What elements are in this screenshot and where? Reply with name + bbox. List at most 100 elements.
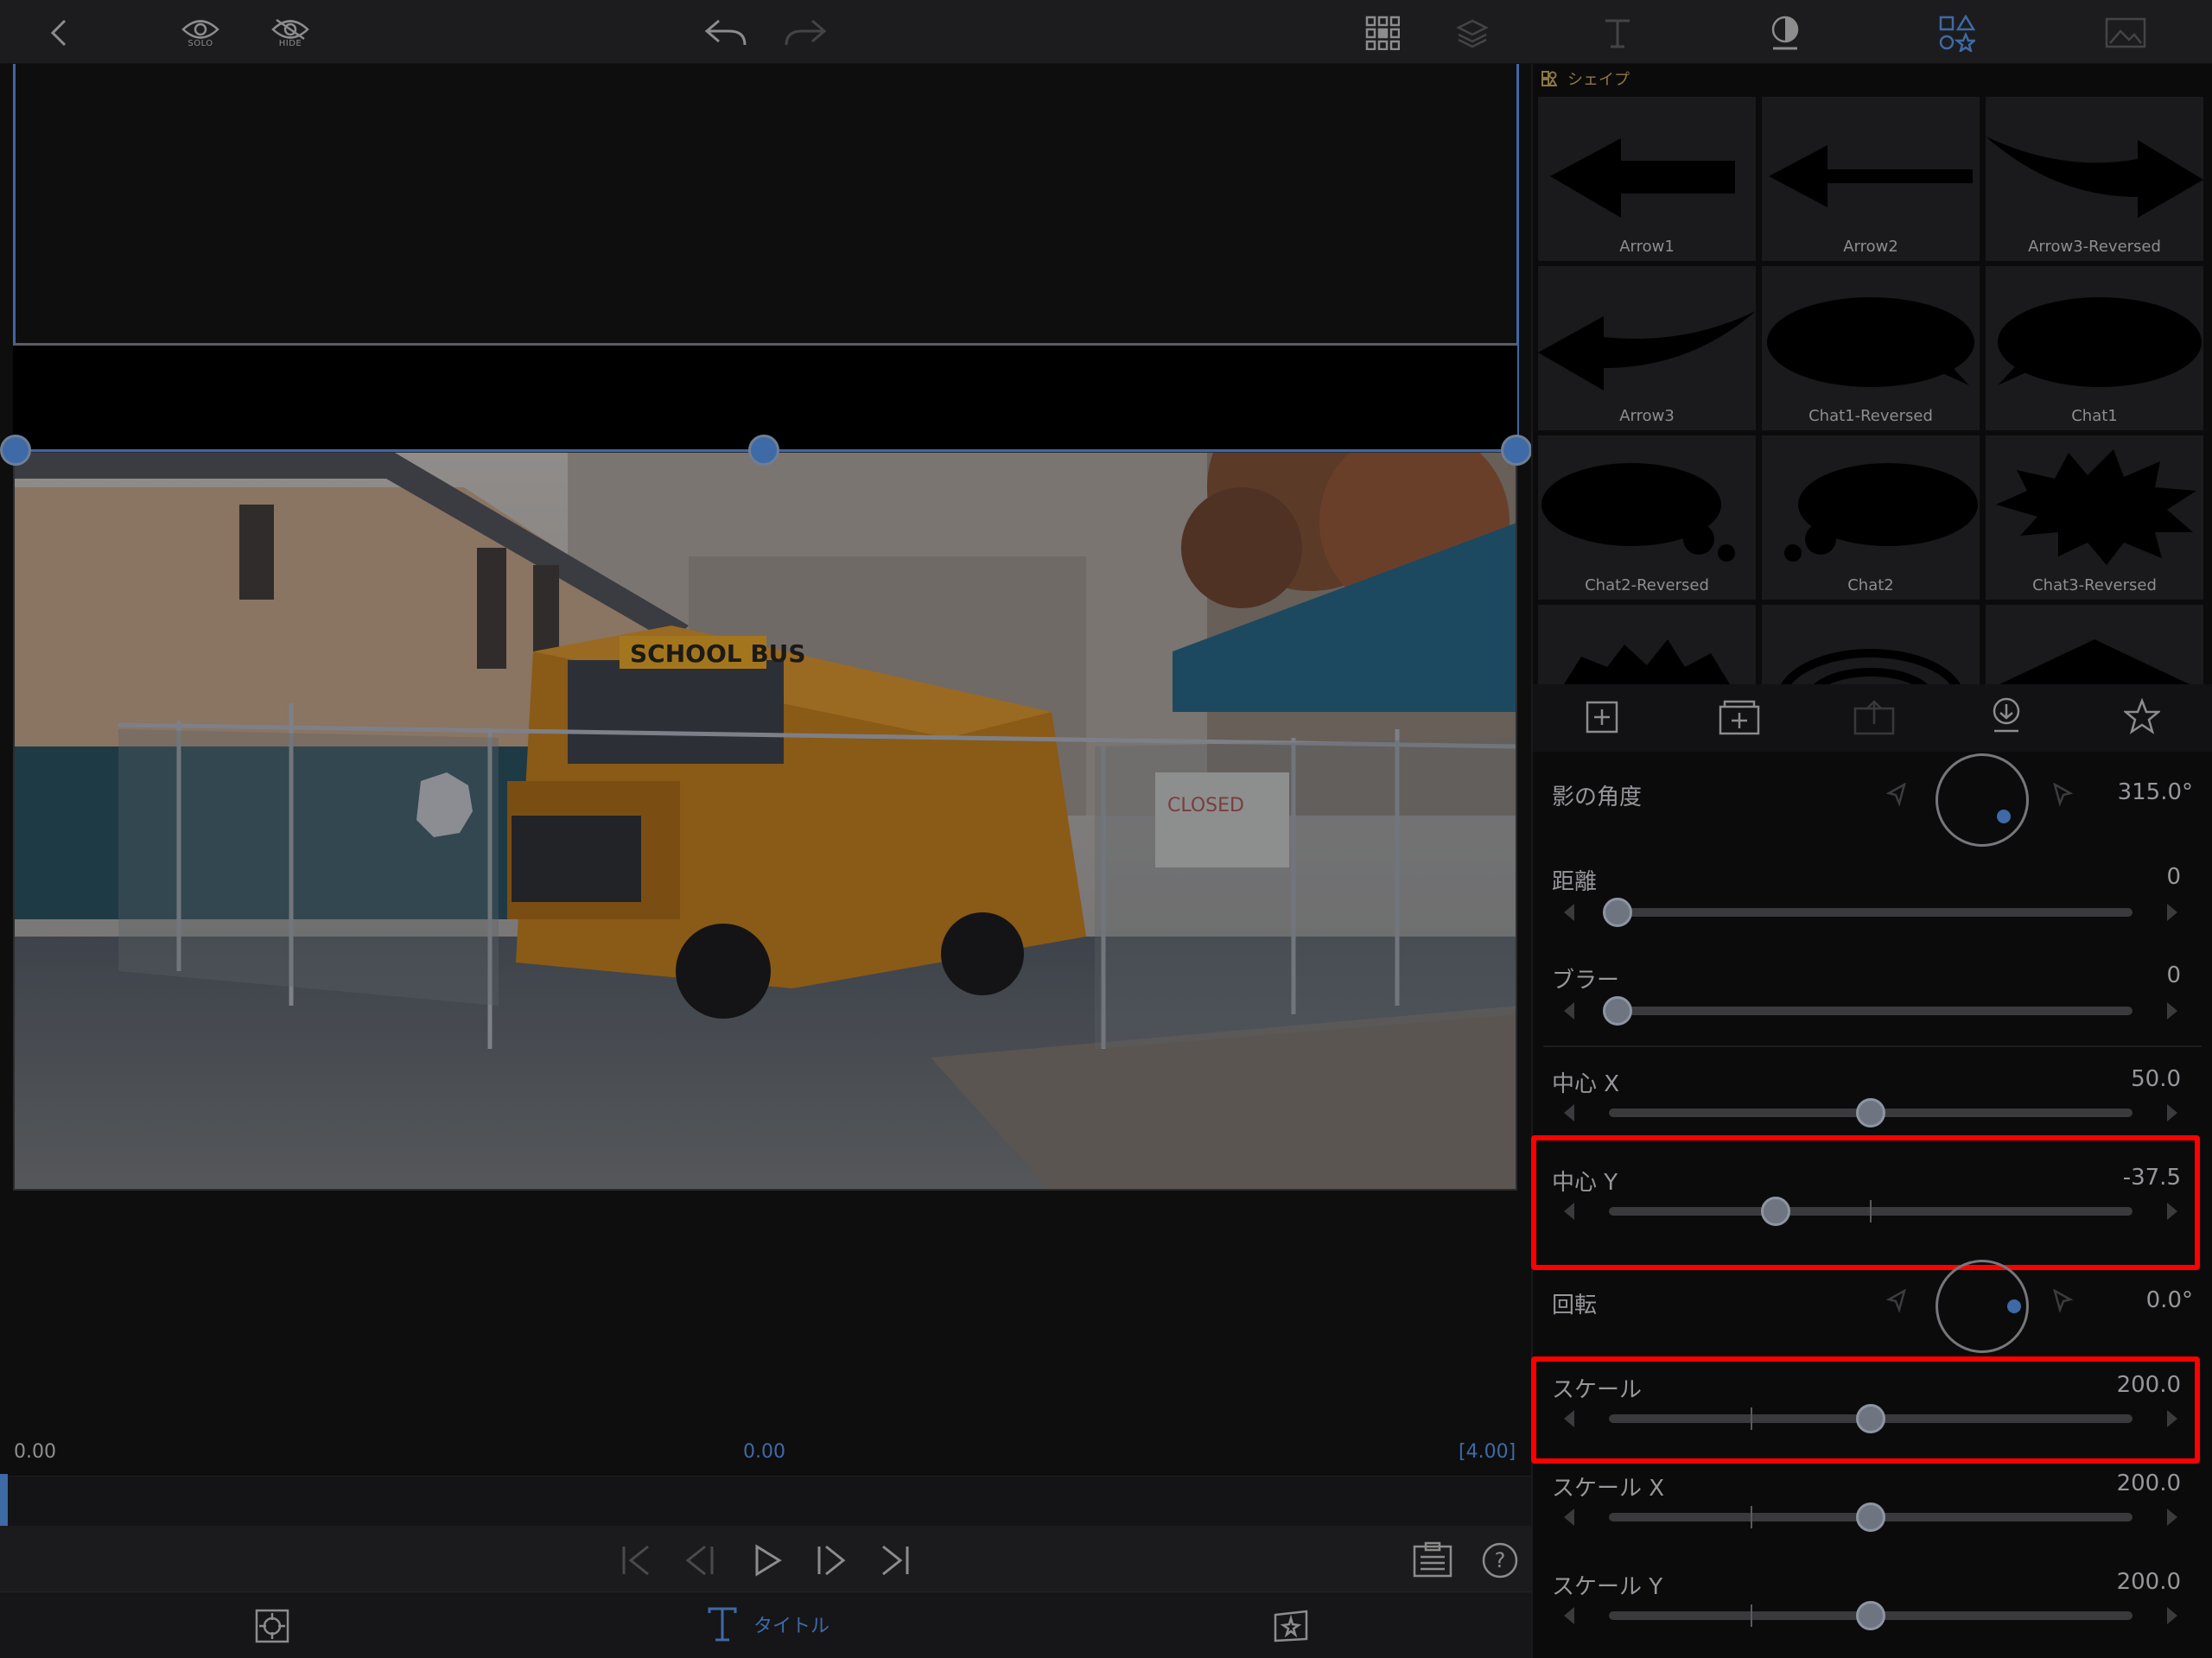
shape-tile-arrow3-reversed[interactable]: Arrow3-Reversed	[1986, 97, 2203, 261]
shape-tile-chat2-reversed[interactable]: Chat2-Reversed	[1538, 435, 1756, 600]
resize-handle-right[interactable]	[1501, 435, 1532, 466]
resize-handle-left[interactable]	[0, 435, 31, 466]
shape-tile-chat2[interactable]: Chat2	[1762, 435, 1980, 600]
shape-tile-label: Arrow2	[1843, 238, 1898, 256]
play-button[interactable]	[750, 1543, 785, 1581]
shape-tile-partial-3[interactable]	[1986, 605, 2203, 684]
scale-y-increment[interactable]	[2167, 1607, 2177, 1624]
shapes-button[interactable]	[1929, 9, 1984, 57]
tab-effects[interactable]	[1272, 1608, 1310, 1648]
skip-to-start-button[interactable]	[619, 1543, 653, 1581]
add-shape-button[interactable]	[1585, 700, 1619, 738]
bottom-tab-bar: タイトル	[0, 1591, 1531, 1658]
scale-decrement[interactable]	[1564, 1410, 1574, 1427]
add-group-button[interactable]	[1718, 698, 1761, 740]
eye-icon	[181, 19, 219, 39]
help-icon: ?	[1482, 1542, 1518, 1579]
shape-tile-chat1[interactable]: Chat1	[1986, 266, 2203, 430]
transform-icon	[255, 1609, 289, 1643]
redo-button[interactable]	[778, 9, 833, 57]
tab-transform[interactable]	[254, 1608, 290, 1648]
download-shape-button[interactable]	[1989, 696, 2024, 740]
center-y-decrement[interactable]	[1564, 1203, 1574, 1220]
image-button[interactable]	[2098, 9, 2153, 57]
shape-tile-arrow1[interactable]: Arrow1	[1538, 97, 1756, 261]
back-chevron-icon[interactable]	[31, 9, 86, 57]
timeline-scrubber[interactable]	[0, 1476, 1531, 1526]
scale-y-slider-knob[interactable]	[1856, 1601, 1885, 1630]
contrast-icon	[1771, 16, 1799, 50]
timecode-current: 0.00	[743, 1441, 785, 1463]
hide-button[interactable]: HIDE	[263, 9, 318, 57]
shadow-angle-dial[interactable]	[1936, 753, 2029, 847]
solo-button[interactable]: SOLO	[173, 9, 228, 57]
export-shape-button[interactable]	[1853, 698, 1896, 740]
center-x-value: 50.0	[2131, 1066, 2181, 1092]
playhead[interactable]	[0, 1474, 8, 1526]
center-x-decrement[interactable]	[1564, 1104, 1574, 1121]
scale-x-decrement[interactable]	[1564, 1509, 1574, 1526]
hide-label: HIDE	[278, 38, 302, 48]
star-icon	[2122, 697, 2162, 734]
help-button[interactable]: ?	[1481, 1541, 1519, 1583]
tab-title[interactable]: タイトル	[707, 1606, 830, 1642]
step-forward-button[interactable]	[814, 1543, 849, 1581]
resize-handle-center[interactable]	[748, 435, 779, 466]
blur-slider-knob[interactable]	[1603, 996, 1632, 1026]
scale-x-slider-knob[interactable]	[1856, 1502, 1885, 1532]
grid-view-button[interactable]	[1355, 9, 1410, 57]
eye-slash-icon	[271, 18, 309, 40]
rotation-dial[interactable]	[1936, 1260, 2029, 1353]
distance-slider-knob[interactable]	[1603, 898, 1632, 927]
shape-tile-arrow2[interactable]: Arrow2	[1762, 97, 1980, 261]
shape-tile-chat3-reversed[interactable]: Chat3-Reversed	[1986, 435, 2203, 600]
rotation-label: 回転	[1552, 1293, 1598, 1318]
clipboard-button[interactable]	[1412, 1541, 1453, 1583]
blur-increment[interactable]	[2167, 1002, 2177, 1020]
distance-decrement[interactable]	[1564, 904, 1574, 921]
shape-tile-chat1-reversed[interactable]: Chat1-Reversed	[1762, 266, 1980, 430]
shape-tile-label: Chat2	[1847, 576, 1894, 594]
center-x-label: 中心 X	[1552, 1071, 1620, 1097]
blur-decrement[interactable]	[1564, 1002, 1574, 1020]
shape-tile-label: Chat1	[2071, 407, 2118, 425]
blur-value: 0	[2166, 962, 2181, 988]
scale-y-decrement[interactable]	[1564, 1607, 1574, 1624]
favorite-shape-button[interactable]	[2122, 697, 2162, 738]
layers-button[interactable]	[1445, 9, 1500, 57]
shape-tile-partial-2[interactable]	[1762, 605, 1980, 684]
undo-button[interactable]	[698, 9, 753, 57]
shape-library-toolbar	[1533, 684, 2212, 752]
center-x-increment[interactable]	[2167, 1104, 2177, 1121]
center-x-slider-knob[interactable]	[1856, 1098, 1885, 1128]
color-button[interactable]	[1758, 9, 1813, 57]
center-y-slider-knob[interactable]	[1761, 1197, 1791, 1226]
video-frame: SCHOOL BUS CLOSED	[13, 451, 1517, 1191]
shape-tile-label: Arrow1	[1619, 238, 1675, 256]
scale-y-label: スケール Y	[1552, 1574, 1663, 1600]
rotation-dial-dot	[2007, 1299, 2021, 1313]
grid-icon	[1365, 16, 1400, 50]
scale-x-increment[interactable]	[2167, 1509, 2177, 1526]
center-y-increment[interactable]	[2167, 1203, 2177, 1220]
shape-tile-label: Arrow3	[1619, 407, 1675, 425]
distance-slider-track[interactable]	[1609, 908, 2133, 917]
rotation-reset-button[interactable]	[1885, 1288, 1908, 1317]
blur-slider-track[interactable]	[1609, 1007, 2133, 1015]
shape-tile-label: Chat1-Reversed	[1808, 407, 1933, 425]
svg-text:?: ?	[1495, 1548, 1506, 1572]
scale-increment[interactable]	[2167, 1410, 2177, 1427]
text-tool-button[interactable]	[1590, 9, 1645, 57]
shadow-angle-reset-button[interactable]	[1885, 782, 1908, 810]
shape-tile-arrow3[interactable]: Arrow3	[1538, 266, 1756, 430]
shapes-header-label: シェイプ	[1567, 71, 1630, 89]
shape-tile-partial-1[interactable]	[1538, 605, 1756, 684]
scale-label: スケール	[1552, 1377, 1643, 1403]
skip-start-icon	[622, 1545, 649, 1576]
step-back-button[interactable]	[683, 1543, 717, 1581]
scale-slider-knob[interactable]	[1856, 1404, 1885, 1433]
skip-to-end-button[interactable]	[878, 1543, 912, 1581]
center-y-value: -37.5	[2122, 1165, 2181, 1191]
blur-label: ブラー	[1552, 968, 1620, 994]
distance-increment[interactable]	[2167, 904, 2177, 921]
